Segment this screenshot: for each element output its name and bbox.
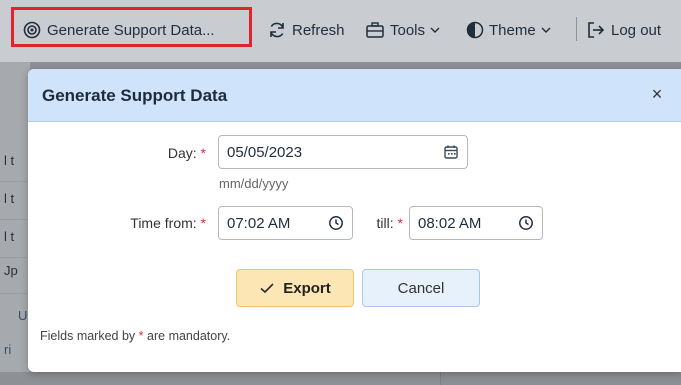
chevron-down-icon [541, 27, 551, 33]
footnote-prefix: Fields marked by [40, 329, 136, 343]
cancel-label: Cancel [397, 279, 445, 297]
time-from-input[interactable]: 07:02 AM [218, 206, 353, 240]
tools-label: Tools [390, 21, 426, 39]
time-from-value: 07:02 AM [227, 214, 291, 232]
background-row-text: ri [4, 342, 12, 357]
required-marker: * [200, 145, 206, 161]
chevron-down-icon [430, 27, 440, 33]
generate-support-data-dialog: Generate Support Data × Day: * 05/05/202… [28, 69, 681, 372]
toolbar-separator [576, 17, 577, 41]
background-list: l t l t l t Jp U ri [0, 62, 30, 372]
till-value: 08:02 AM [418, 214, 482, 232]
contrast-icon [466, 21, 484, 39]
logout-icon [588, 22, 605, 38]
tools-menu[interactable]: Tools [365, 17, 440, 43]
logout-button[interactable]: Log out [586, 17, 661, 43]
clock-icon[interactable] [518, 215, 534, 231]
background-row-divider [0, 219, 30, 220]
day-value: 05/05/2023 [227, 143, 303, 161]
background-row-divider [0, 293, 30, 294]
close-icon[interactable]: × [646, 83, 668, 105]
time-from-label: Time from: * [88, 215, 206, 231]
theme-menu[interactable]: Theme [466, 17, 551, 43]
dialog-header: Generate Support Data × [28, 69, 681, 122]
till-label-text: till: [376, 215, 394, 231]
top-toolbar: Generate Support Data... Refresh Tools T… [0, 0, 681, 63]
background-row-text: U [18, 308, 28, 323]
footnote-suffix: are mandatory. [147, 329, 231, 343]
required-marker: * [138, 329, 144, 343]
highlight-box [11, 7, 252, 47]
background-row-text: l t [4, 229, 15, 244]
day-format-hint: mm/dd/yyyy [219, 176, 289, 191]
background-row-divider [0, 257, 30, 258]
theme-label: Theme [489, 21, 536, 39]
mandatory-fields-note: Fields marked by * are mandatory. [40, 329, 230, 343]
background-row-text: l t [4, 191, 15, 206]
export-label: Export [283, 279, 331, 297]
export-button[interactable]: Export [236, 269, 354, 307]
till-label: till: * [359, 215, 403, 231]
required-marker: * [397, 215, 403, 231]
refresh-icon [270, 22, 284, 38]
day-label: Day: * [126, 145, 206, 161]
refresh-label: Refresh [292, 21, 345, 39]
calendar-icon[interactable] [443, 144, 459, 160]
check-icon [260, 283, 274, 294]
required-marker: * [200, 215, 206, 231]
background-row-divider [0, 181, 30, 182]
toolbox-icon [366, 22, 384, 38]
till-time-input[interactable]: 08:02 AM [409, 206, 543, 240]
background-row-text: Jp [4, 263, 18, 278]
day-date-input[interactable]: 05/05/2023 [218, 135, 468, 169]
dialog-title: Generate Support Data [42, 86, 228, 105]
background-row-text: l t [4, 153, 15, 168]
clock-icon[interactable] [328, 215, 344, 231]
refresh-button[interactable]: Refresh [267, 17, 345, 43]
logout-label: Log out [611, 21, 662, 39]
day-label-text: Day: [167, 145, 197, 161]
cancel-button[interactable]: Cancel [362, 269, 480, 307]
time-from-label-text: Time from: [130, 215, 197, 231]
